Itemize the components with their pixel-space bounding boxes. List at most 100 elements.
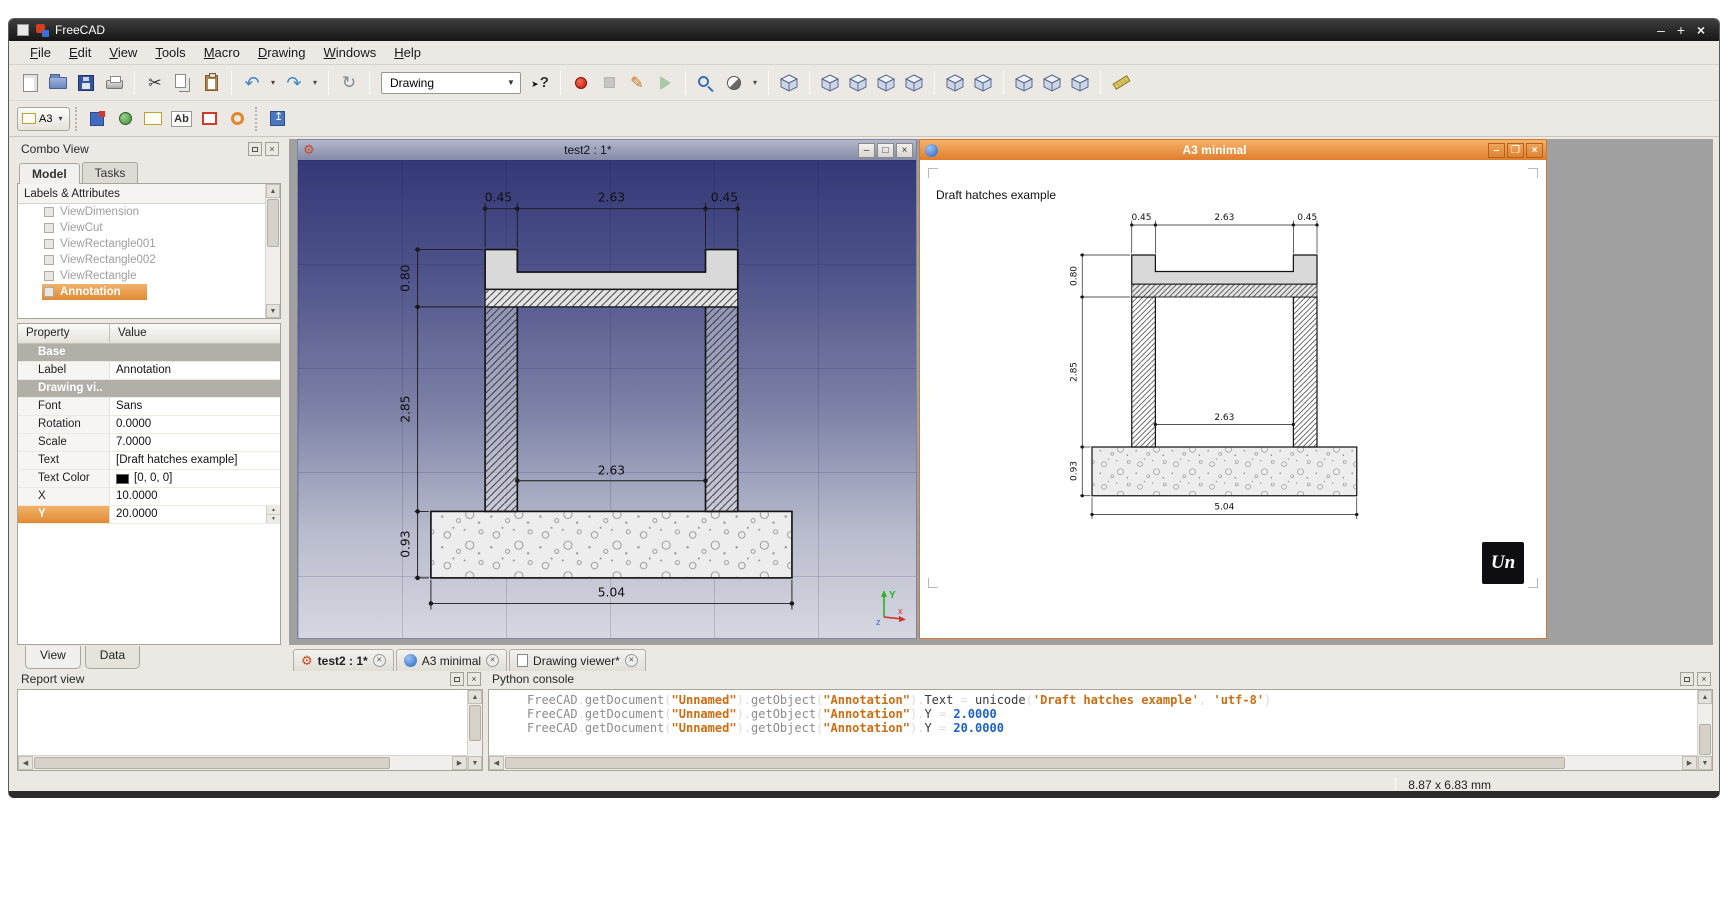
minimize-button[interactable]: – <box>1651 20 1671 40</box>
drawing-page-view[interactable]: Draft hatches example Un <box>920 160 1546 638</box>
close-panel-icon[interactable]: × <box>265 142 279 156</box>
test2-titlebar[interactable]: ⚙ test2 : 1* – □ × <box>298 140 916 160</box>
float-panel-icon[interactable] <box>248 142 262 156</box>
macro-record-icon[interactable] <box>568 70 594 96</box>
report-vscrollbar[interactable]: ▲ ▼ <box>467 690 482 770</box>
property-value[interactable] <box>110 344 280 361</box>
page-format-button[interactable]: A3 ▾ <box>17 106 71 131</box>
clip-group-icon[interactable] <box>224 106 250 132</box>
visibility-checkbox-icon[interactable] <box>44 207 54 217</box>
paste-icon[interactable] <box>198 70 224 96</box>
subwindow-maximize-button[interactable]: □ <box>877 142 894 158</box>
property-row-rotation[interactable]: Rotation 0.0000 <box>18 416 280 434</box>
menu-edit[interactable]: Edit <box>60 43 100 62</box>
3d-viewport[interactable]: Y x z <box>298 160 916 638</box>
rear-view-icon[interactable] <box>901 70 927 96</box>
front-view-icon[interactable] <box>817 70 843 96</box>
scroll-down-icon[interactable]: ▼ <box>1698 756 1712 770</box>
window-tab-a3-minimal[interactable]: A3 minimal ✕ <box>395 649 508 671</box>
visibility-checkbox-icon[interactable] <box>44 239 54 249</box>
property-row-text-color[interactable]: Text Color [0, 0, 0] <box>18 470 280 488</box>
tree-item-viewcut[interactable]: ViewCut <box>18 220 265 236</box>
visibility-checkbox-icon[interactable] <box>44 223 54 233</box>
visibility-checkbox-icon[interactable] <box>44 255 54 265</box>
spreadsheet-view-icon[interactable] <box>196 106 222 132</box>
tree-item-viewrectangle[interactable]: ViewRectangle <box>18 268 265 284</box>
report-hscrollbar[interactable]: ◀ ▶ <box>18 755 467 770</box>
property-value[interactable]: Sans <box>110 398 280 415</box>
scroll-left-icon[interactable]: ◀ <box>18 756 33 770</box>
property-value[interactable] <box>110 380 280 397</box>
python-console-caption[interactable]: Python console × <box>488 669 1713 689</box>
open-browser-view-icon[interactable] <box>140 106 166 132</box>
measure-distance-icon[interactable] <box>1108 70 1134 96</box>
property-row-scale[interactable]: Scale 7.0000 <box>18 434 280 452</box>
subwindow-minimize-button[interactable]: – <box>858 142 875 158</box>
tree-item-viewrectangle001[interactable]: ViewRectangle001 <box>18 236 265 252</box>
axonometric-view-icon[interactable] <box>776 70 802 96</box>
float-panel-icon[interactable] <box>1680 672 1694 686</box>
menu-help[interactable]: Help <box>385 43 430 62</box>
menu-tools[interactable]: Tools <box>146 43 194 62</box>
save-icon[interactable] <box>73 70 99 96</box>
maximize-button[interactable]: + <box>1671 20 1691 40</box>
export-page-icon[interactable] <box>264 106 290 132</box>
a3-titlebar[interactable]: A3 minimal – ❐ × <box>920 140 1546 160</box>
bottom-view-icon[interactable] <box>942 70 968 96</box>
tab-data[interactable]: Data <box>84 646 141 669</box>
property-value[interactable]: 7.0000 <box>110 434 280 451</box>
console-vscrollbar[interactable]: ▲ ▼ <box>1697 690 1712 770</box>
visibility-checkbox-icon[interactable] <box>44 271 54 281</box>
tree-scrollbar[interactable]: ▲ ▼ <box>265 184 280 318</box>
window-titlebar[interactable]: FreeCAD – + × <box>9 19 1719 41</box>
combo-view-caption[interactable]: Combo View × <box>17 139 281 159</box>
top-view-icon[interactable] <box>845 70 871 96</box>
scroll-up-icon[interactable]: ▲ <box>266 184 280 198</box>
tab-view[interactable]: View <box>25 646 81 669</box>
macro-stop-icon[interactable] <box>596 70 622 96</box>
menu-view[interactable]: View <box>100 43 146 62</box>
tab-close-icon[interactable]: ✕ <box>372 654 386 667</box>
tab-close-icon[interactable]: ✕ <box>486 654 500 667</box>
window-tab-test2-1-[interactable]: ⚙ test2 : 1* ✕ <box>293 649 394 671</box>
draft-view-icon[interactable] <box>112 106 138 132</box>
tab-close-icon[interactable]: ✕ <box>624 654 638 667</box>
property-value[interactable]: Annotation <box>110 362 280 379</box>
subwindow-close-button[interactable]: × <box>1526 142 1543 158</box>
scroll-right-icon[interactable]: ▶ <box>452 756 467 770</box>
property-value[interactable]: 10.0000 <box>110 488 280 505</box>
rotate-left-view-icon[interactable] <box>1011 70 1037 96</box>
rotate-right-view-icon[interactable] <box>1039 70 1065 96</box>
subwindow-close-button[interactable]: × <box>896 142 913 158</box>
scroll-right-icon[interactable]: ▶ <box>1682 756 1697 770</box>
insert-view-icon[interactable] <box>84 106 110 132</box>
close-button[interactable]: × <box>1691 20 1711 40</box>
fit-all-icon[interactable] <box>693 70 719 96</box>
property-value[interactable]: [0, 0, 0] <box>110 470 280 487</box>
property-row-y[interactable]: Y 20.0000 ▲ ▼ <box>18 506 280 524</box>
property-row-font[interactable]: Font Sans <box>18 398 280 416</box>
redo-dropdown-icon[interactable]: ▾ <box>309 70 321 96</box>
macro-edit-icon[interactable]: ✎ <box>624 70 650 96</box>
property-row-text[interactable]: Text [Draft hatches example] <box>18 452 280 470</box>
subwindow-minimize-button[interactable]: – <box>1488 142 1505 158</box>
draw-style-icon[interactable] <box>721 70 747 96</box>
menu-windows[interactable]: Windows <box>315 43 386 62</box>
right-view-icon[interactable] <box>873 70 899 96</box>
scroll-down-icon[interactable]: ▼ <box>266 304 280 318</box>
tree-item-annotation[interactable]: Annotation <box>18 284 265 300</box>
spinner-icon[interactable]: ▲ ▼ <box>266 506 280 523</box>
report-view-content[interactable] <box>18 690 467 755</box>
report-view-caption[interactable]: Report view × <box>17 669 483 689</box>
tree-item-viewrectangle002[interactable]: ViewRectangle002 <box>18 252 265 268</box>
scroll-up-icon[interactable]: ▲ <box>468 690 482 704</box>
left-view-icon[interactable] <box>970 70 996 96</box>
print-icon[interactable] <box>101 70 127 96</box>
scroll-left-icon[interactable]: ◀ <box>489 756 504 770</box>
redo-icon[interactable]: ↷ <box>281 70 307 96</box>
annotation-icon[interactable]: Ab <box>168 106 194 132</box>
property-row-base[interactable]: Base <box>18 344 280 362</box>
property-row-label[interactable]: Label Annotation <box>18 362 280 380</box>
property-row-x[interactable]: X 10.0000 <box>18 488 280 506</box>
open-document-icon[interactable] <box>45 70 71 96</box>
